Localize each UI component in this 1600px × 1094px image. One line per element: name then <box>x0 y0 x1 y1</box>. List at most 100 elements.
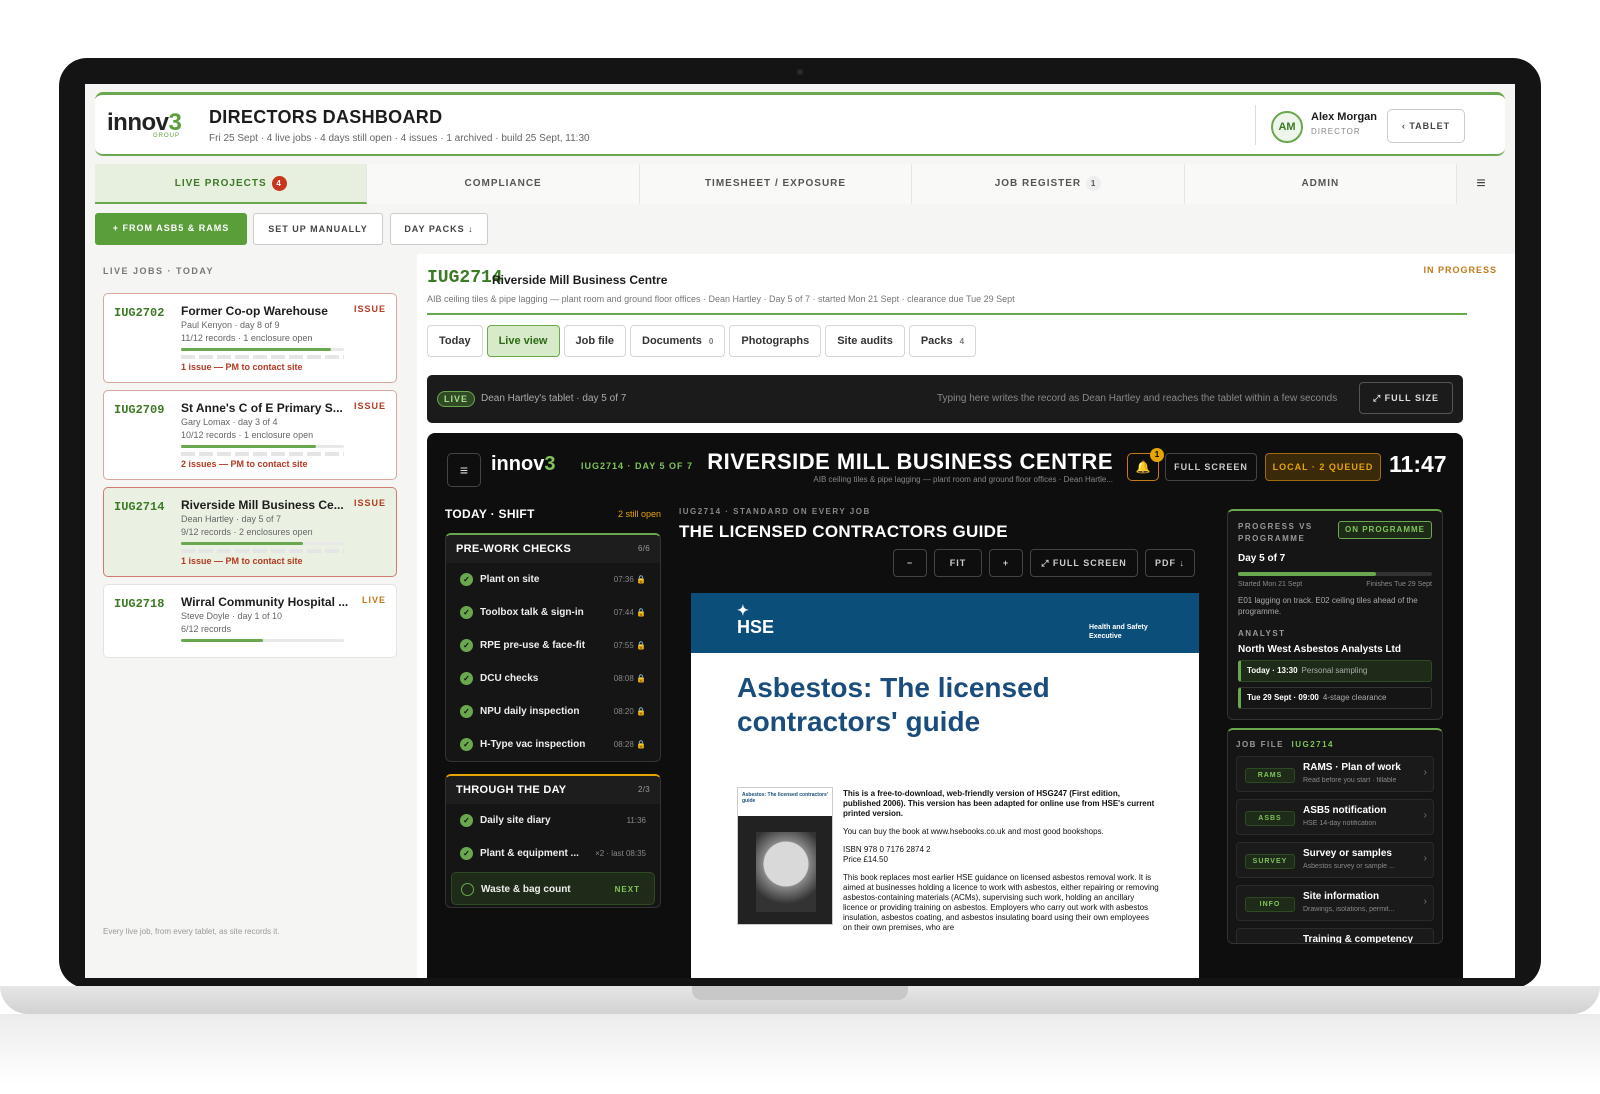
section-title: THROUGH THE DAY <box>456 784 567 796</box>
checklist-item[interactable]: ✓ Daily site diary 11:36 <box>446 804 660 837</box>
hse-logo: ✦ HSE <box>737 603 774 638</box>
issue-text[interactable]: 1 issue — PM to contact site <box>181 362 303 372</box>
checklist-item[interactable]: ✓ H-Type vac inspection 08:28 🔒 <box>446 728 660 761</box>
issue-text[interactable]: 2 issues — PM to contact site <box>181 459 308 469</box>
checklist-item[interactable]: ✓ NPU daily inspection 08:20 🔒 <box>446 695 660 728</box>
checklist-item[interactable]: ✓ DCU checks 08:08 🔒 <box>446 662 660 695</box>
day-packs-button[interactable]: DAY PACKS ↓ <box>390 213 488 245</box>
tab-job-file[interactable]: Job file <box>563 325 627 357</box>
tab-live-projects[interactable]: LIVE PROJECTS 4 <box>95 164 368 204</box>
sync-queue-badge[interactable]: LOCAL · 2 QUEUED <box>1265 453 1381 481</box>
item-time: 08:28 🔒 <box>613 740 646 749</box>
progress-label: PROGRESS VS PROGRAMME <box>1238 522 1313 543</box>
chevron-right-icon: › <box>1423 853 1427 864</box>
hse-banner: ✦ HSE Health and Safety Executive <box>691 593 1199 653</box>
bell-icon[interactable]: 🔔 1 <box>1127 448 1164 481</box>
job-file-code: IUG2714 <box>1291 740 1334 749</box>
progress-bar <box>181 639 344 642</box>
job-meta: Paul Kenyon · day 8 of 9 <box>181 320 280 330</box>
zoom-out-button[interactable]: − <box>893 549 927 577</box>
tab-label: Job file <box>575 335 615 347</box>
start-date: Started Mon 21 Sept <box>1238 581 1303 588</box>
analyst-name: North West Asbestos Analysts Ltd <box>1238 644 1401 655</box>
hamburger-menu-icon[interactable]: ≡ <box>1457 164 1505 204</box>
avatar[interactable]: AM <box>1271 111 1303 143</box>
from-asb5-rams-button[interactable]: + FROM ASB5 & RAMS <box>95 213 247 245</box>
item-label: Toolbox talk & sign-in <box>480 607 584 618</box>
header: innov3 GROUP DIRECTORS DASHBOARD Fri 25 … <box>95 92 1505 156</box>
job-name: St Anne's C of E Primary S... <box>181 401 343 415</box>
programme-bar <box>1238 572 1432 576</box>
document-controls: − FIT + ⤢ FULL SCREEN PDF ↓ <box>893 549 1195 577</box>
tab-label: LIVE PROJECTS <box>174 178 267 189</box>
job-card-selected[interactable]: IUG2714 Riverside Mill Business Ce... IS… <box>103 487 397 577</box>
full-screen-button[interactable]: ⤢ FULL SCREEN <box>1030 549 1138 577</box>
finish-date: Finishes Tue 29 Sept <box>1366 581 1432 588</box>
progress-bar <box>181 542 344 545</box>
chevron-right-icon: › <box>1423 810 1427 821</box>
job-code: IUG2714 <box>114 500 165 514</box>
job-meta: Dean Hartley · day 5 of 7 <box>181 514 282 524</box>
job-file-item[interactable]: RAMS RAMS · Plan of work Read before you s… <box>1236 756 1434 792</box>
tab-today[interactable]: Today <box>427 325 483 357</box>
tab-admin[interactable]: ADMIN <box>1184 164 1458 204</box>
progress-bar <box>181 348 344 351</box>
full-screen-button[interactable]: FULL SCREEN <box>1165 453 1257 481</box>
analyst-slot[interactable]: Today · 13:30 Personal sampling <box>1238 660 1432 682</box>
analyst-slot[interactable]: Tue 29 Sept · 09:00 4-stage clearance <box>1238 687 1432 709</box>
checklist-item[interactable]: ✓ Plant on site 07:36 🔒 <box>446 563 660 596</box>
job-card[interactable]: IUG2702 Former Co-op Warehouse ISSUE Pau… <box>103 293 397 383</box>
job-file-item[interactable]: ASBS ASB5 notification HSE 14-day notifica… <box>1236 799 1434 835</box>
fit-button[interactable]: FIT <box>934 549 982 577</box>
job-file-item[interactable]: SURVEY Survey or samples Asbestos survey o… <box>1236 842 1434 878</box>
pdf-download-button[interactable]: PDF ↓ <box>1145 549 1195 577</box>
document-viewer[interactable]: ✦ HSE Health and Safety Executive Asbesto… <box>691 593 1199 978</box>
tablet-button[interactable]: ‹ TABLET <box>1387 109 1465 143</box>
page-subtitle: Fri 25 Sept · 4 live jobs · 4 days still… <box>209 133 590 144</box>
count-badge: 4 <box>271 176 287 191</box>
clock: 11:47 <box>1389 451 1447 477</box>
job-records: 10/12 records · 1 enclosure open <box>181 430 314 440</box>
tab-timesheet[interactable]: TIMESHEET / EXPOSURE <box>639 164 913 204</box>
file-title: Training & competency <box>1303 934 1414 944</box>
item-label: Plant & equipment ... <box>480 848 579 859</box>
tab-job-register[interactable]: JOB REGISTER 1 <box>912 164 1185 204</box>
tablet-title: RIVERSIDE MILL BUSINESS CENTRE <box>707 449 1113 474</box>
cover-title: Asbestos: The licensed contractors' guid… <box>738 788 832 816</box>
checklist-item-next[interactable]: Waste & bag count NEXT <box>451 872 655 905</box>
job-file-title: JOB FILE <box>1236 740 1285 749</box>
set-up-manually-button[interactable]: SET UP MANUALLY <box>253 213 383 245</box>
issue-text[interactable]: 1 issue — PM to contact site <box>181 556 303 566</box>
camera <box>797 69 803 75</box>
tab-site-audits[interactable]: Site audits <box>825 325 905 357</box>
tab-packs[interactable]: Packs 4 <box>908 325 977 357</box>
checklist-item[interactable]: ✓ Plant & equipment ... ×2 · last 08:35 <box>446 837 660 870</box>
file-sub: Asbestos survey or sample ... <box>1303 863 1395 870</box>
logo-text: innov <box>491 453 545 475</box>
logo-mark: 3 <box>168 109 182 136</box>
checklist-item[interactable]: ✓ RPE pre-use & face-fit 07:55 🔒 <box>446 629 660 662</box>
record-dots <box>181 549 344 553</box>
next-label: NEXT <box>614 885 640 894</box>
tablet-menu-icon[interactable]: ≡ <box>447 453 481 487</box>
file-sub: Read before you start · fillable <box>1303 777 1397 784</box>
section-count: 6/6 <box>637 544 650 553</box>
job-card[interactable]: IUG2709 St Anne's C of E Primary S... IS… <box>103 390 397 480</box>
job-file-item[interactable]: Training & competency <box>1236 928 1434 944</box>
job-records: 11/12 records · 1 enclosure open <box>181 333 313 343</box>
item-label: DCU checks <box>480 673 539 684</box>
full-size-button[interactable]: ⤢ FULL SIZE <box>1359 382 1453 414</box>
progress-note: E01 lagging on track. E02 ceiling tiles … <box>1238 596 1418 616</box>
tab-compliance[interactable]: COMPLIANCE <box>367 164 640 204</box>
book-cover: Asbestos: The licensed contractors' guid… <box>737 787 833 925</box>
tab-photographs[interactable]: Photographs <box>729 325 822 357</box>
tab-documents[interactable]: Documents 0 <box>630 325 726 357</box>
laptop-notch <box>692 986 908 1000</box>
project-tabs: Today Live view Job file Documents 0 Phot… <box>427 325 977 357</box>
status-badge: ISSUE <box>353 401 386 411</box>
checklist-item[interactable]: ✓ Toolbox talk & sign-in 07:44 🔒 <box>446 596 660 629</box>
zoom-in-button[interactable]: + <box>989 549 1023 577</box>
job-file-item[interactable]: INFO Site information Drawings, isolations… <box>1236 885 1434 921</box>
job-card[interactable]: IUG2718 Wirral Community Hospital ... LI… <box>103 584 397 658</box>
tab-live-view[interactable]: Live view <box>486 325 560 357</box>
